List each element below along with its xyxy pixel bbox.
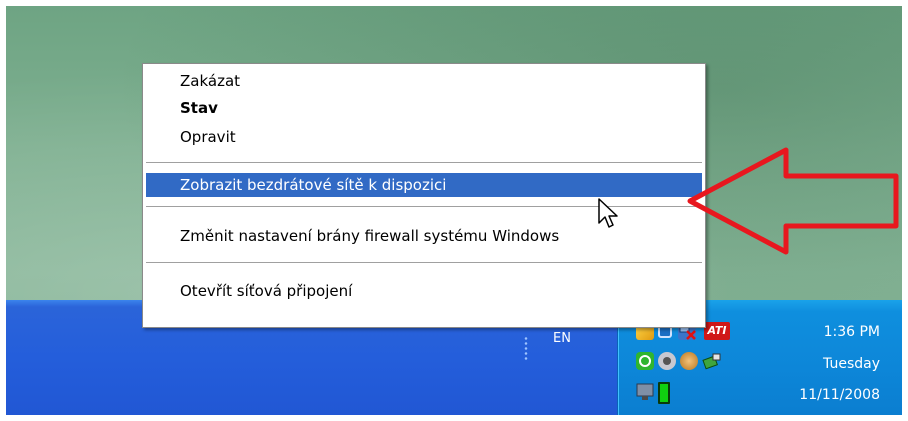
- menu-separator: [146, 262, 702, 264]
- network-context-menu: Zakázat Stav Opravit Zobrazit bezdrátové…: [142, 63, 706, 328]
- clock-date[interactable]: 11/11/2008: [799, 387, 880, 403]
- ati-icon[interactable]: ATI: [704, 322, 730, 340]
- mouse-cursor-icon: [598, 198, 618, 228]
- menu-item-view-wireless-networks[interactable]: Zobrazit bezdrátové sítě k dispozici: [146, 173, 702, 197]
- battery-icon[interactable]: [658, 382, 670, 404]
- wireless-icon[interactable]: [702, 352, 721, 370]
- menu-separator: [146, 162, 702, 164]
- menu-item-repair[interactable]: Opravit: [146, 125, 702, 149]
- annotation-arrow-icon: [687, 147, 899, 255]
- nvidia-icon[interactable]: [636, 352, 654, 370]
- volume-icon[interactable]: [658, 352, 676, 370]
- menu-item-disable[interactable]: Zakázat: [146, 69, 702, 93]
- language-indicator[interactable]: EN: [553, 331, 571, 346]
- menu-item-status[interactable]: Stav: [146, 96, 702, 120]
- antivirus-icon[interactable]: [680, 352, 698, 370]
- clock-day[interactable]: Tuesday: [823, 356, 880, 372]
- menu-item-open-network-connections[interactable]: Otevřít síťová připojení: [146, 279, 702, 303]
- desktop: EN ATI 1:36 PM Tuesday 11/11/2008 Zakáza…: [6, 6, 902, 415]
- network-connection-icon[interactable]: [636, 383, 654, 401]
- language-bar-grip[interactable]: [524, 336, 528, 362]
- clock-time[interactable]: 1:36 PM: [824, 324, 880, 340]
